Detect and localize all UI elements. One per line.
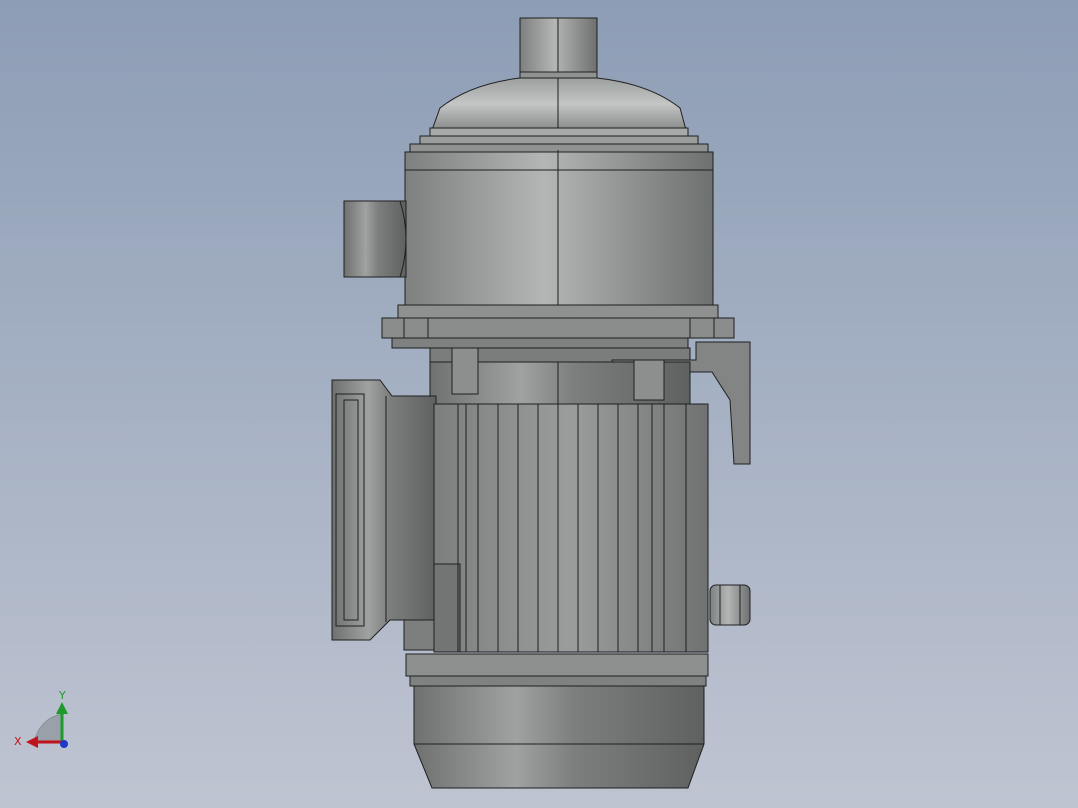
- model-canvas[interactable]: Y X: [0, 0, 1078, 808]
- side-plug: [709, 584, 751, 626]
- dome-cover: [431, 77, 687, 131]
- mount-flange: [397, 304, 719, 320]
- side-inlet-pipe: [343, 200, 407, 278]
- z-axis-dot: [60, 740, 68, 748]
- axis-triad: Y X: [14, 689, 68, 748]
- terminal-box: [331, 379, 437, 641]
- pump-motor-assembly[interactable]: [331, 17, 751, 789]
- cad-viewport[interactable]: Y X: [0, 0, 1078, 808]
- motor-base-band: [405, 653, 709, 677]
- x-axis-label: X: [14, 735, 22, 748]
- y-axis-label: Y: [58, 689, 66, 702]
- pump-housing: [404, 169, 714, 307]
- motor-fins: [433, 403, 709, 653]
- motor-end-cap: [413, 685, 705, 789]
